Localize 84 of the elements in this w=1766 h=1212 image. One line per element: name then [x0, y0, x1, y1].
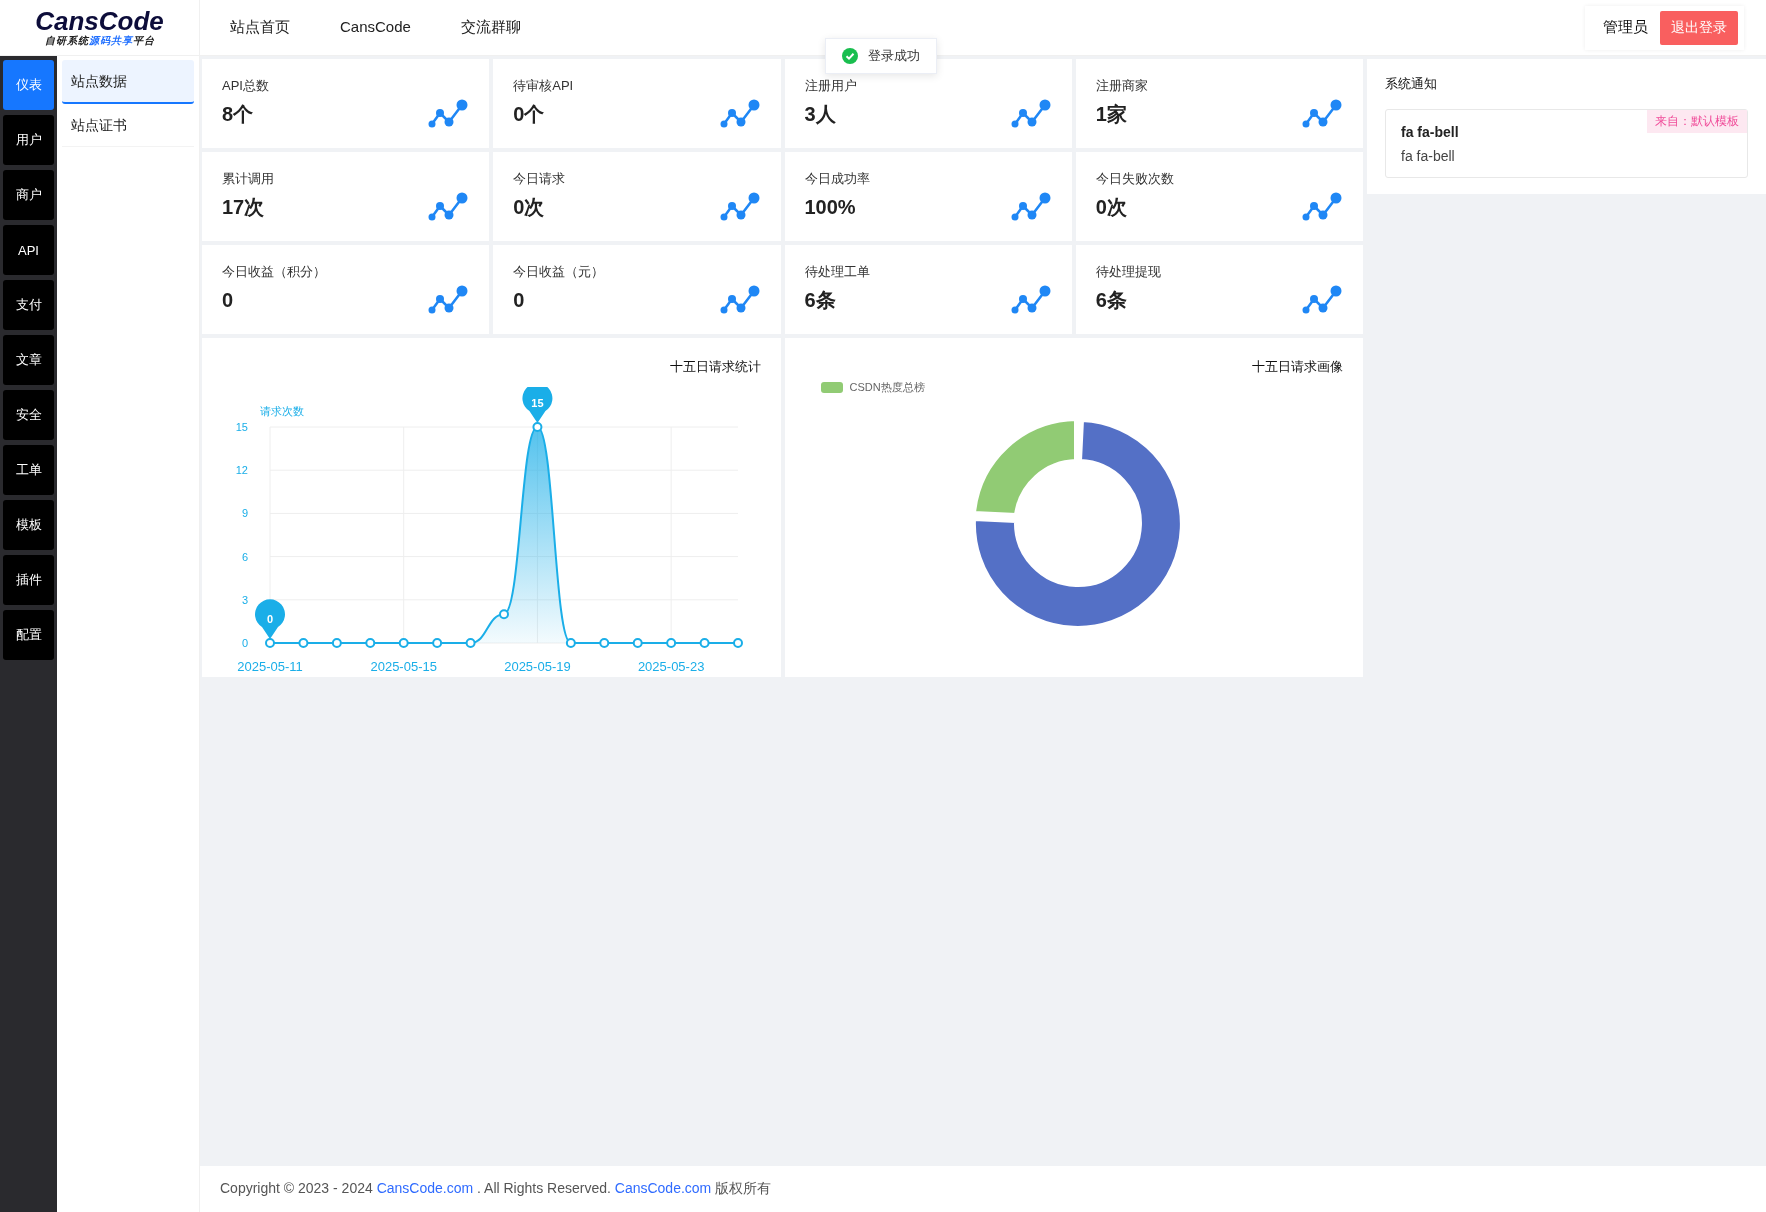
y-tick-label: 12 — [235, 464, 248, 477]
stat-value: 0次 — [1095, 194, 1127, 220]
stat-value: 0 — [513, 288, 525, 312]
rail-item[interactable]: 文章 — [3, 335, 54, 385]
stat-value: 0个 — [513, 101, 545, 127]
stat-label: 注册用户 — [804, 77, 858, 95]
nav-link[interactable]: 交流群聊 — [460, 18, 521, 37]
stat-label: API总数 — [222, 77, 270, 95]
data-point — [733, 638, 743, 648]
copyright-text: Copyright © 2023 - 2024 CansCode.com . All Rights Reserved. CansCode.com 版权所有 — [220, 1180, 772, 1198]
notice-body: fa fa-bell — [1401, 148, 1456, 164]
rail-item[interactable]: 支付 — [3, 280, 54, 330]
rail-item[interactable]: 配置 — [3, 610, 54, 660]
data-point — [398, 638, 409, 648]
data-point — [666, 638, 677, 648]
data-point — [465, 638, 476, 648]
stat-label: 待处理工单 — [804, 263, 871, 281]
rail-item[interactable]: API — [3, 225, 54, 275]
data-point — [499, 609, 509, 620]
y-tick-label: 3 — [241, 593, 248, 606]
panel-title: 系统通知 — [1385, 75, 1438, 93]
stat-value: 1家 — [1095, 101, 1127, 127]
data-point — [432, 638, 443, 648]
rail-item[interactable]: 插件 — [3, 555, 54, 605]
data-point — [365, 638, 376, 648]
stat-label: 今日失败次数 — [1095, 170, 1175, 188]
stat-label: 待审核API — [513, 77, 575, 95]
stat-label: 今日成功率 — [804, 170, 871, 188]
rail-item[interactable]: 安全 — [3, 390, 54, 440]
rail-item[interactable]: 模板 — [3, 500, 54, 550]
source-tag: 来自：默认模板 — [1647, 110, 1747, 133]
rail-item[interactable]: 工单 — [3, 445, 54, 495]
nav-link[interactable]: CansCode — [340, 18, 411, 37]
data-point — [532, 422, 543, 432]
data-point — [298, 638, 309, 648]
data-point — [632, 638, 643, 648]
stat-value: 8个 — [222, 101, 254, 127]
stat-label: 注册商家 — [1095, 77, 1149, 95]
rail-item[interactable]: 仪表 — [3, 60, 54, 110]
stat-label: 今日收益（积分） — [222, 263, 327, 281]
stat-label: 待处理提现 — [1095, 263, 1162, 281]
data-point — [699, 638, 710, 648]
notice-title: fa fa-bell — [1401, 124, 1460, 140]
data-point — [331, 638, 342, 648]
value-pin: 0 — [255, 599, 285, 639]
nav-link[interactable]: 站点首页 — [230, 18, 290, 37]
check-icon — [842, 48, 858, 64]
data-point — [565, 638, 576, 648]
value-pin: 15 — [522, 387, 553, 423]
stat-value: 0次 — [513, 194, 545, 220]
x-tick-label: 2025-05-11 — [237, 659, 303, 674]
sub-menu-item[interactable]: 站点证书 — [62, 104, 194, 147]
x-tick-label: 2025-05-23 — [637, 659, 705, 674]
rail-item[interactable]: 用户 — [3, 115, 54, 165]
annotation: 0 — [266, 613, 274, 625]
stat-value: 6条 — [1095, 287, 1127, 313]
data-point — [599, 638, 610, 648]
y-tick-label: 0 — [241, 637, 248, 649]
rail-item[interactable]: 商户 — [3, 170, 54, 220]
y-tick-label: 15 — [235, 421, 248, 433]
stat-label: 累计调用 — [222, 170, 275, 188]
stat-label: 今日请求 — [513, 170, 567, 188]
chart-title: 十五日请求画像 — [1252, 358, 1343, 376]
stat-value: 6条 — [804, 287, 836, 313]
user-name[interactable]: 管理员 — [1603, 18, 1648, 37]
chart-title: 十五日请求统计 — [669, 358, 761, 376]
y-tick-label: 9 — [241, 507, 248, 520]
toast-text: 登录成功 — [868, 47, 920, 65]
x-tick-label: 2025-05-19 — [504, 659, 571, 674]
stat-value: 3人 — [804, 101, 836, 127]
stat-value: 0 — [222, 288, 234, 312]
stat-value: 100% — [804, 195, 856, 219]
site-link[interactable]: CansCode.com — [376, 1180, 474, 1196]
stat-label: 今日收益（元） — [513, 263, 606, 281]
legend-label: CSDN热度总榜 — [849, 380, 925, 395]
axis-title: 请求次数 — [260, 405, 304, 417]
stat-value: 17次 — [222, 194, 265, 220]
site-link[interactable]: CansCode.com — [614, 1180, 712, 1196]
annotation: 15 — [531, 397, 544, 409]
x-tick-label: 2025-05-15 — [370, 659, 437, 674]
data-point — [265, 638, 275, 648]
sub-menu-item[interactable]: 站点数据 — [62, 60, 194, 104]
y-tick-label: 6 — [241, 550, 248, 563]
logo: CansCode 自研系统源码共享平台 — [0, 0, 200, 55]
